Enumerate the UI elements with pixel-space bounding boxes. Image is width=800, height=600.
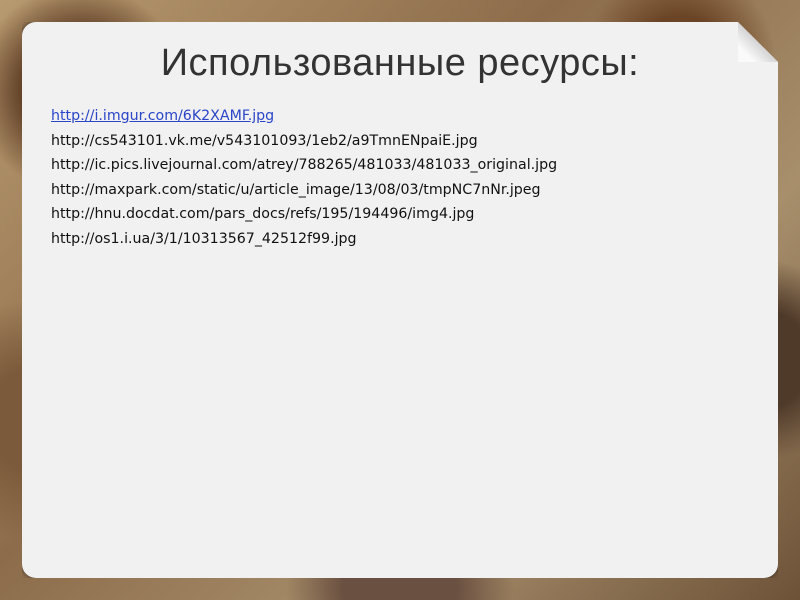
resource-link[interactable]: http://i.imgur.com/6K2XAMF.jpg (51, 108, 274, 124)
resource-list: http://i.imgur.com/6K2XAMF.jpg http://cs… (51, 104, 557, 251)
resource-item: http://os1.i.ua/3/1/10313567_42512f99.jp… (51, 230, 357, 247)
resource-item: http://ic.pics.livejournal.com/atrey/788… (51, 157, 558, 173)
resource-item: http://cs543101.vk.me/v543101093/1eb2/a9… (51, 132, 478, 149)
resource-item: http://i.imgur.com/6K2XAMF.jpg (51, 104, 557, 129)
resource-item: http://hnu.docdat.com/pars_docs/refs/195… (51, 206, 475, 222)
resource-item: http://maxpark.com/static/u/article_imag… (51, 181, 541, 198)
slide-title: Использованные ресурсы: (160, 42, 640, 84)
